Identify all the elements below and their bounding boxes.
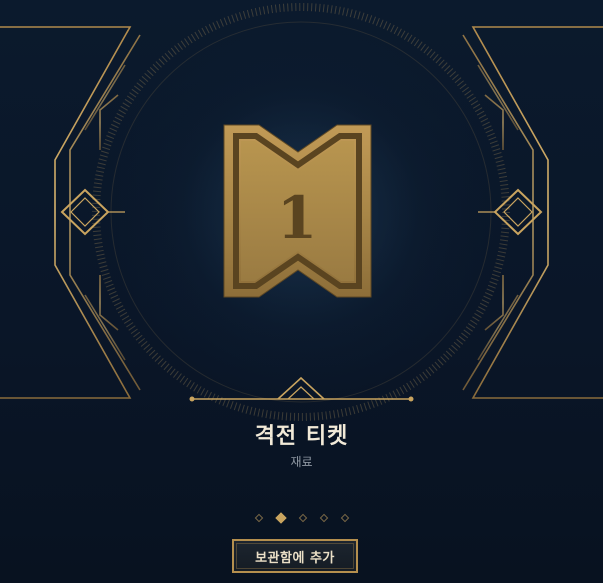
page-dot-5[interactable] — [340, 513, 349, 523]
item-preview-panel: 1 격전 티켓 재료 보관함에 추가 — [0, 0, 603, 583]
item-name: 격전 티켓 — [254, 424, 349, 449]
page-dot-4[interactable] — [319, 513, 328, 523]
page-dot-2[interactable] — [274, 512, 287, 524]
add-to-inventory-button[interactable]: 보관함에 추가 — [232, 539, 358, 573]
ticket-number: 1 — [277, 184, 317, 252]
item-category: 재료 — [290, 455, 313, 469]
page-indicator — [0, 512, 603, 524]
page-dot-1[interactable] — [254, 513, 263, 523]
page-dot-3[interactable] — [298, 513, 307, 523]
decorative-frame: 1 — [0, 3, 603, 421]
